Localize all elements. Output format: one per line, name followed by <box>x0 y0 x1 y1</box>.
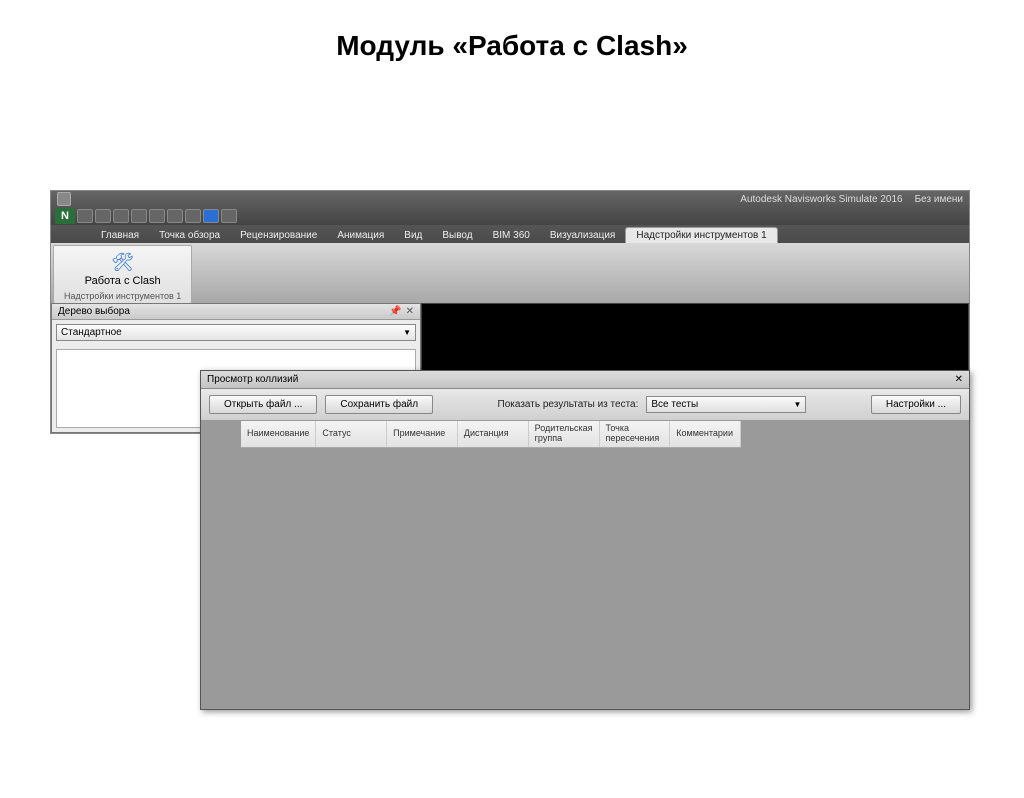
slide-title: Модуль «Работа с Clash» <box>0 30 1024 62</box>
quick-access-toolbar: N <box>51 207 969 225</box>
test-filter-value: Все тесты <box>651 399 698 410</box>
app-menu-button[interactable]: N <box>55 208 75 224</box>
qat-dropdown-icon[interactable] <box>221 209 237 223</box>
app-title: Autodesk Navisworks Simulate 2016 <box>740 194 902 205</box>
chevron-down-icon: ▼ <box>403 328 411 337</box>
tree-mode-dropdown[interactable]: Стандартное ▼ <box>56 324 416 341</box>
dialog-close-icon[interactable]: ✕ <box>955 374 963 385</box>
tab-animation[interactable]: Анимация <box>327 228 394 243</box>
tab-render[interactable]: Визуализация <box>540 228 625 243</box>
qat-redo-icon[interactable] <box>185 209 201 223</box>
document-name: Без имени <box>915 194 963 205</box>
tab-output[interactable]: Вывод <box>432 228 482 243</box>
tools-icon: 🛠 <box>111 252 134 273</box>
dialog-toolbar: Открыть файл ... Сохранить файл Показать… <box>201 389 969 421</box>
tree-mode-value: Стандартное <box>61 327 122 338</box>
qat-refresh-icon[interactable] <box>149 209 165 223</box>
clash-module-button[interactable]: 🛠 Работа с Clash <box>77 250 169 289</box>
results-table-header: Наименование Статус Примечание Дистанция… <box>241 421 741 448</box>
settings-button[interactable]: Настройки ... <box>871 395 961 414</box>
chevron-down-icon: ▼ <box>793 400 801 409</box>
filter-label: Показать результаты из теста: <box>498 399 639 410</box>
pin-icon[interactable]: 📌 <box>389 306 401 317</box>
col-comments[interactable]: Комментарии <box>670 421 741 447</box>
tree-panel-title: Дерево выбора <box>58 306 130 317</box>
test-filter-dropdown[interactable]: Все тесты ▼ <box>646 396 806 413</box>
col-name[interactable]: Наименование <box>241 421 316 447</box>
col-parent-group[interactable]: Родительская группа <box>529 421 600 447</box>
tab-review[interactable]: Рецензирование <box>230 228 327 243</box>
tab-view[interactable]: Вид <box>394 228 432 243</box>
qat-print-icon[interactable] <box>131 209 147 223</box>
ribbon-tabstrip: Главная Точка обзора Рецензирование Аним… <box>51 225 969 243</box>
tab-viewpoint[interactable]: Точка обзора <box>149 228 230 243</box>
tab-home[interactable]: Главная <box>91 228 149 243</box>
tab-addins-1[interactable]: Надстройки инструментов 1 <box>625 227 777 243</box>
qat-save-icon[interactable] <box>113 209 129 223</box>
qat-new-icon[interactable] <box>77 209 93 223</box>
window-icon <box>57 192 71 206</box>
open-file-button[interactable]: Открыть файл ... <box>209 395 317 414</box>
ribbon-group-addins: 🛠 Работа с Clash Надстройки инструментов… <box>53 245 192 304</box>
results-table-body[interactable] <box>201 448 969 709</box>
clash-review-dialog: Просмотр коллизий ✕ Открыть файл ... Сох… <box>200 370 970 710</box>
qat-undo-icon[interactable] <box>167 209 183 223</box>
dialog-title: Просмотр коллизий <box>207 374 298 385</box>
ribbon-panel: 🛠 Работа с Clash Надстройки инструментов… <box>51 243 969 303</box>
qat-select-icon[interactable] <box>203 209 219 223</box>
col-distance[interactable]: Дистанция <box>458 421 529 447</box>
ribbon-group-label: Надстройки инструментов 1 <box>60 291 185 301</box>
col-intersection[interactable]: Точка пересечения <box>600 421 671 447</box>
clash-button-label: Работа с Clash <box>85 275 161 287</box>
qat-open-icon[interactable] <box>95 209 111 223</box>
save-file-button[interactable]: Сохранить файл <box>325 395 433 414</box>
tab-bim360[interactable]: BIM 360 <box>483 228 540 243</box>
close-icon[interactable]: ✕ <box>406 306 414 317</box>
dialog-titlebar: Просмотр коллизий ✕ <box>201 371 969 389</box>
col-status[interactable]: Статус <box>316 421 387 447</box>
titlebar: Autodesk Navisworks Simulate 2016 Без им… <box>51 191 969 207</box>
tree-panel-header: Дерево выбора 📌 ✕ <box>52 304 420 320</box>
col-note[interactable]: Примечание <box>387 421 458 447</box>
